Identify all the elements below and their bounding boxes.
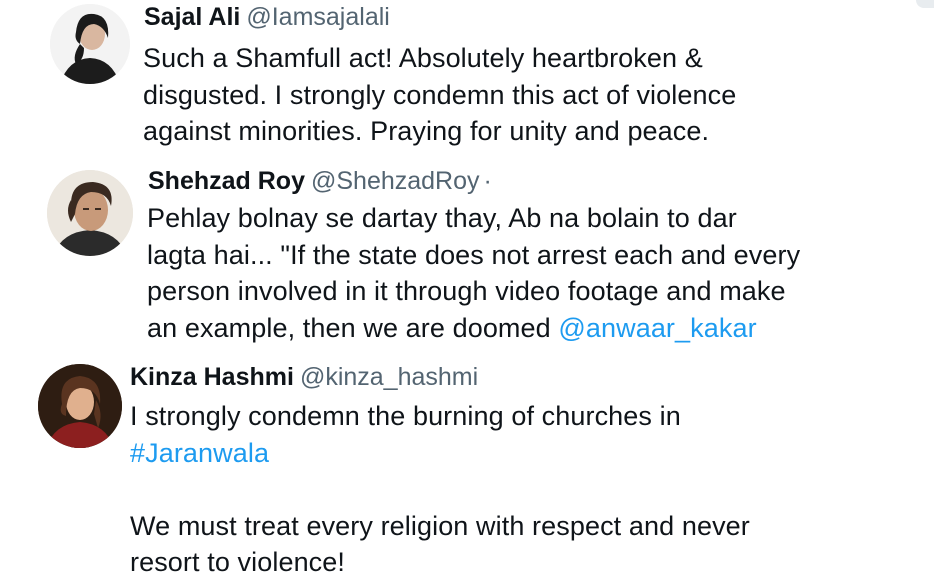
avatar-sajal-ali[interactable] <box>50 4 130 84</box>
mention-link[interactable]: @anwaar_kakar <box>558 313 756 343</box>
tweet-header: Sajal Ali @Iamsajalali <box>144 2 390 32</box>
avatar-kinza-hashmi[interactable] <box>38 364 122 448</box>
profile-photo-icon <box>47 170 133 256</box>
hashtag-link[interactable]: #Jaranwala <box>130 435 750 472</box>
tweet-line: an example, then we are doomed @anwaar_k… <box>147 310 800 347</box>
author-name[interactable]: Kinza Hashmi <box>130 363 294 391</box>
author-handle[interactable]: @ShehzadRoy <box>311 167 480 195</box>
separator-dot: · <box>483 167 492 195</box>
tweet-text: Such a Shamfull act! Absolutely heartbro… <box>143 40 736 150</box>
profile-photo-icon <box>38 364 122 448</box>
tweet-line: person involved in it through video foot… <box>147 276 786 306</box>
tweet-header: Shehzad Roy @ShehzadRoy · <box>148 166 492 196</box>
tweet-line: disgusted. I strongly condemn this act o… <box>143 79 737 110</box>
tweet-shehzad-roy: Shehzad Roy @ShehzadRoy · Pehlay bolnay se… <box>0 160 934 352</box>
tweet-line: We must treat every religion with respec… <box>130 510 750 541</box>
tweet-text: Pehlay bolnay se dartay thay, Ab na bola… <box>147 200 800 346</box>
tweet-line: Such a Shamfull act! Absolutely heartbro… <box>143 43 703 73</box>
author-name[interactable]: Shehzad Roy <box>148 167 305 195</box>
tweet-line: I strongly condemn the burning of church… <box>130 401 681 431</box>
tweet-header: Kinza Hashmi @kinza_hashmi <box>130 362 478 392</box>
author-handle[interactable]: @Iamsajalali <box>246 3 389 31</box>
tweet-line: resort to violence! <box>130 547 345 577</box>
tweet-kinza-hashmi: Kinza Hashmi @kinza_hashmi I strongly con… <box>0 352 934 580</box>
corner-mark <box>916 0 934 8</box>
tweet-sajal-ali: Sajal Ali @Iamsajalali Such a Shamfull ac… <box>0 0 934 160</box>
author-name[interactable]: Sajal Ali <box>144 3 240 31</box>
author-handle[interactable]: @kinza_hashmi <box>300 363 478 391</box>
tweet-line: lagta hai... "If the state does not arre… <box>147 239 801 270</box>
profile-photo-icon <box>50 4 130 84</box>
tweet-text: I strongly condemn the burning of church… <box>130 398 750 581</box>
tweet-line: against minorities. Praying for unity an… <box>143 116 710 146</box>
tweet-line: Pehlay bolnay se dartay thay, Ab na bola… <box>147 203 737 233</box>
tweet-line-text: an example, then we are doomed <box>147 312 559 343</box>
avatar-shehzad-roy[interactable] <box>47 170 133 256</box>
